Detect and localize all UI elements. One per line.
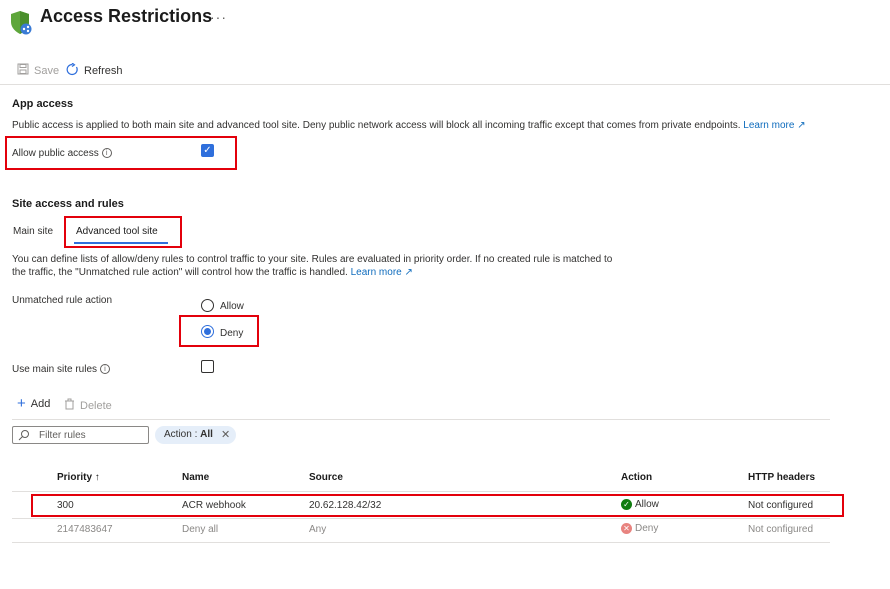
- row-source: Any: [309, 524, 327, 535]
- row-name: Deny all: [182, 524, 219, 535]
- info-icon: i: [101, 148, 112, 159]
- add-rule-button[interactable]: + Add: [17, 395, 51, 412]
- site-access-heading: Site access and rules: [12, 198, 124, 210]
- close-icon[interactable]: ✕: [221, 428, 230, 441]
- use-main-site-rules-checkbox[interactable]: [201, 360, 214, 373]
- shield-icon: [9, 10, 33, 36]
- action-filter-pill[interactable]: Action : All ✕: [155, 426, 236, 444]
- sort-ascending-icon: ↑: [94, 472, 100, 483]
- filter-rules-input[interactable]: Filter rules: [12, 426, 149, 444]
- save-button[interactable]: Save: [17, 63, 59, 78]
- row-divider: [12, 542, 830, 543]
- column-header-action[interactable]: Action: [621, 472, 652, 483]
- site-access-description: You can define lists of allow/deny rules…: [12, 253, 612, 279]
- more-options-button[interactable]: ···: [210, 9, 227, 25]
- filter-rules-placeholder: Filter rules: [39, 430, 86, 441]
- table-header-divider: [12, 491, 830, 492]
- toolbar-divider: [0, 84, 890, 85]
- external-link-icon: ↗: [404, 267, 413, 278]
- allow-public-access-checkbox[interactable]: ✓: [201, 144, 214, 157]
- save-icon: [17, 63, 29, 78]
- add-label: Add: [30, 398, 51, 410]
- deny-option-highlight: [179, 315, 259, 347]
- radio-deny-label: Deny: [220, 328, 244, 339]
- plus-icon: +: [17, 395, 26, 412]
- site-access-description-line2: the traffic, the "Unmatched rule action"…: [12, 267, 413, 278]
- app-access-description: Public access is applied to both main si…: [12, 119, 872, 132]
- column-header-name[interactable]: Name: [182, 472, 209, 483]
- column-header-priority[interactable]: Priority ↑: [57, 472, 100, 483]
- rules-toolbar-divider: [12, 419, 830, 420]
- refresh-label: Refresh: [84, 65, 123, 77]
- app-access-heading: App access: [12, 98, 74, 110]
- radio-deny[interactable]: [201, 325, 214, 338]
- site-access-description-line1: You can define lists of allow/deny rules…: [12, 254, 613, 265]
- delete-rule-button[interactable]: Delete: [64, 398, 112, 413]
- app-access-description-text: Public access is applied to both main si…: [12, 120, 741, 131]
- radio-allow[interactable]: [201, 299, 214, 312]
- tab-main-site[interactable]: Main site: [13, 226, 53, 237]
- refresh-button[interactable]: Refresh: [66, 62, 123, 79]
- column-header-http-headers[interactable]: HTTP headers: [748, 472, 815, 483]
- error-circle-icon: ✕: [621, 523, 632, 534]
- site-access-learn-more-link[interactable]: Learn more ↗: [351, 267, 413, 278]
- row-highlight: [31, 494, 844, 517]
- external-link-icon: ↗: [797, 120, 806, 131]
- allow-public-access-label: Allow public access i: [12, 147, 112, 160]
- unmatched-rule-action-label: Unmatched rule action: [12, 295, 113, 306]
- trash-icon: [64, 398, 75, 413]
- save-label: Save: [34, 64, 60, 77]
- advanced-tool-site-highlight: [64, 216, 182, 248]
- table-row[interactable]: [12, 519, 830, 542]
- refresh-icon: [66, 62, 79, 79]
- page-title: Access Restrictions: [40, 6, 213, 26]
- radio-allow-label: Allow: [220, 301, 244, 312]
- column-header-source[interactable]: Source: [309, 472, 343, 483]
- app-access-learn-more-link[interactable]: Learn more ↗: [743, 120, 805, 131]
- info-icon: i: [100, 364, 111, 375]
- search-icon: [18, 429, 30, 444]
- row-action: ✕ Deny: [621, 523, 658, 534]
- delete-label: Delete: [80, 399, 112, 412]
- row-priority: 2147483647: [57, 524, 113, 535]
- row-http-headers: Not configured: [748, 524, 814, 535]
- use-main-site-rules-label: Use main site rules i: [12, 363, 111, 376]
- action-filter-text: Action : All: [164, 429, 213, 440]
